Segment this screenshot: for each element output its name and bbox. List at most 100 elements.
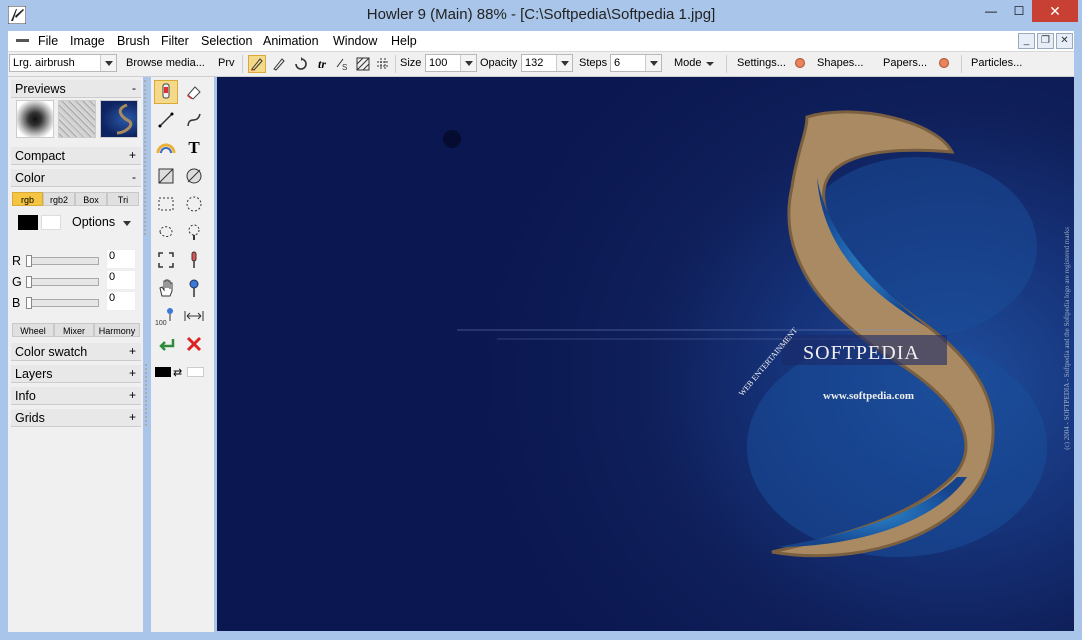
chevron-down-icon[interactable]: [123, 221, 131, 226]
previews-header[interactable]: Previews -: [11, 80, 141, 98]
curve-tool-icon[interactable]: [182, 108, 206, 132]
menu-brush[interactable]: Brush: [117, 34, 150, 48]
green-slider-thumb[interactable]: [26, 276, 32, 288]
green-value-field[interactable]: 0: [106, 270, 136, 290]
clear-cancel-icon[interactable]: [182, 332, 206, 356]
expand-icon[interactable]: +: [129, 148, 136, 162]
ellipse-select-tool-icon[interactable]: [182, 192, 206, 216]
menu-animation[interactable]: Animation: [263, 34, 319, 48]
panel-grip[interactable]: [145, 364, 150, 426]
color-header[interactable]: Color -: [11, 169, 141, 187]
browse-media-button[interactable]: Browse media...: [126, 57, 205, 69]
tab-wheel[interactable]: Wheel: [12, 323, 54, 337]
steps-select[interactable]: 6: [610, 54, 662, 72]
options-button[interactable]: Options: [72, 215, 115, 229]
compact-header[interactable]: Compact +: [11, 147, 141, 165]
fill-pattern-icon[interactable]: [354, 55, 372, 73]
expand-icon[interactable]: +: [129, 366, 136, 380]
menu-file[interactable]: File: [38, 34, 58, 48]
hand-pan-tool-icon[interactable]: [154, 276, 178, 300]
mode-button[interactable]: Mode: [674, 57, 702, 69]
mdi-restore-button[interactable]: ❐: [1037, 33, 1054, 49]
settings-status-icon[interactable]: [795, 58, 805, 68]
chevron-down-icon[interactable]: [460, 55, 476, 71]
particles-button[interactable]: Particles...: [971, 57, 1022, 69]
zoom-100-tool-icon[interactable]: 100: [154, 304, 178, 328]
expand-icon[interactable]: +: [129, 410, 136, 424]
green-slider[interactable]: [26, 278, 99, 286]
symmetry-brush-icon[interactable]: S: [333, 55, 351, 73]
color-swatch-header[interactable]: Color swatch +: [11, 343, 141, 361]
menu-window[interactable]: Window: [333, 34, 377, 48]
foreground-color-swatch[interactable]: [18, 215, 38, 230]
image-canvas[interactable]: SOFTPEDIA www.softpedia.com WEB ENTERTAI…: [217, 77, 1074, 631]
brush-preview[interactable]: [16, 100, 54, 138]
blue-value-field[interactable]: 0: [106, 291, 136, 311]
shapes-button[interactable]: Shapes...: [817, 57, 863, 69]
eyedropper-tool-icon[interactable]: [182, 248, 206, 272]
line-tool-icon[interactable]: [154, 108, 178, 132]
rectangle-fill-tool-icon[interactable]: [154, 164, 178, 188]
blue-slider[interactable]: [26, 299, 99, 307]
tab-box[interactable]: Box: [75, 192, 107, 206]
fit-width-tool-icon[interactable]: [182, 304, 206, 328]
undo-arrow-icon[interactable]: [154, 332, 178, 356]
background-color-swatch[interactable]: [187, 367, 204, 377]
tab-mixer[interactable]: Mixer: [54, 323, 94, 337]
maximize-button[interactable]: ☐: [1006, 0, 1032, 22]
chevron-down-icon[interactable]: [100, 55, 116, 71]
expand-icon[interactable]: +: [129, 344, 136, 358]
swap-colors-icon[interactable]: ⇄: [173, 366, 182, 379]
magic-wand-tool-icon[interactable]: [182, 220, 206, 244]
grids-header[interactable]: Grids +: [11, 409, 141, 427]
chevron-down-icon[interactable]: [645, 55, 661, 71]
crop-tool-icon[interactable]: [154, 248, 178, 272]
panel-grip[interactable]: [144, 80, 149, 235]
expand-icon[interactable]: +: [129, 388, 136, 402]
red-slider-thumb[interactable]: [26, 255, 32, 267]
mdi-close-button[interactable]: ✕: [1056, 33, 1073, 49]
preview-button[interactable]: Prv: [218, 57, 235, 69]
pin-tool-icon[interactable]: [182, 276, 206, 300]
paper-preview[interactable]: [58, 100, 96, 138]
brush-preset-select[interactable]: Lrg. airbrush: [9, 54, 117, 72]
opacity-select[interactable]: 132: [521, 54, 573, 72]
text-brush-icon[interactable]: tr: [313, 55, 331, 73]
tab-rgb2[interactable]: rgb2: [43, 192, 75, 206]
menu-selection[interactable]: Selection: [201, 34, 252, 48]
rainbow-tool-icon[interactable]: [154, 136, 178, 160]
size-select[interactable]: 100: [425, 54, 477, 72]
airbrush-tool-icon[interactable]: [154, 80, 178, 104]
system-menu-icon[interactable]: [16, 39, 29, 42]
papers-button[interactable]: Papers...: [883, 57, 927, 69]
close-button[interactable]: ✕: [1032, 0, 1078, 22]
eraser-tool-icon[interactable]: [182, 80, 206, 104]
tab-harmony[interactable]: Harmony: [94, 323, 140, 337]
info-header[interactable]: Info +: [11, 387, 141, 405]
layers-header[interactable]: Layers +: [11, 365, 141, 383]
image-preview[interactable]: [100, 100, 138, 138]
mdi-minimize-button[interactable]: _: [1018, 33, 1035, 49]
tab-tri[interactable]: Tri: [107, 192, 139, 206]
ellipse-fill-tool-icon[interactable]: [182, 164, 206, 188]
chevron-down-icon[interactable]: [556, 55, 572, 71]
menu-help[interactable]: Help: [391, 34, 417, 48]
settings-button[interactable]: Settings...: [737, 57, 786, 69]
chevron-down-icon[interactable]: [706, 62, 714, 66]
background-color-swatch[interactable]: [41, 215, 61, 230]
text-tool-icon[interactable]: T: [182, 136, 206, 160]
menu-image[interactable]: Image: [70, 34, 105, 48]
brush-outline-icon[interactable]: [270, 55, 288, 73]
minimize-button[interactable]: —: [976, 0, 1006, 22]
papers-status-icon[interactable]: [939, 58, 949, 68]
brush-paint-icon[interactable]: [248, 55, 266, 73]
collapse-icon[interactable]: -: [132, 170, 136, 184]
grid-snap-icon[interactable]: [374, 55, 392, 73]
rect-select-tool-icon[interactable]: [154, 192, 178, 216]
blue-slider-thumb[interactable]: [26, 297, 32, 309]
foreground-color-swatch[interactable]: [155, 367, 171, 377]
menu-filter[interactable]: Filter: [161, 34, 189, 48]
refresh-icon[interactable]: [292, 55, 310, 73]
tab-rgb[interactable]: rgb: [12, 192, 43, 206]
red-value-field[interactable]: 0: [106, 249, 136, 269]
